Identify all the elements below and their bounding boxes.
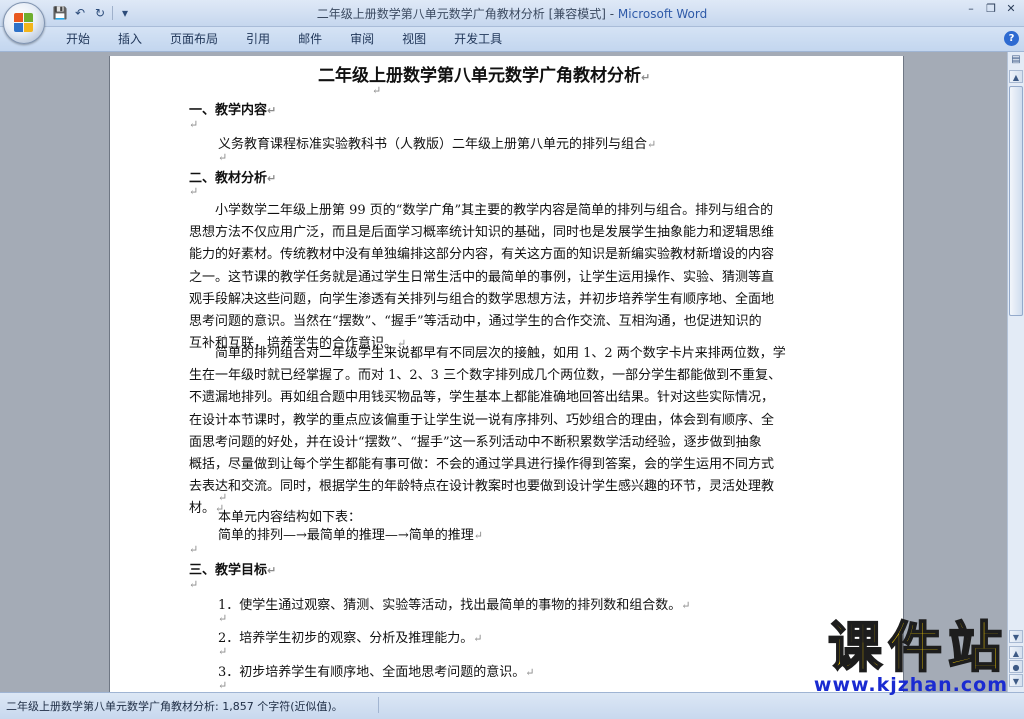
text-line: 之一。这节课的教学任务就是通过学生日常生活中的最简单的事例，让学生运用操作、实验… — [189, 269, 775, 285]
tab-review[interactable]: 审阅 — [336, 27, 388, 51]
paragraph-mark: ↵ — [267, 172, 277, 185]
title-bar: 💾 ↶ ↻ ▾ 二年级上册数学第八单元数学广角教材分析 [兼容模式] - Mic… — [0, 0, 1024, 27]
text-line-content: 材。 — [189, 501, 216, 517]
paragraph-analysis-1: 小学数学二年级上册第 99 页的“数学广角”其主要的教学内容是简单的排列与组合。… — [189, 200, 825, 355]
heading-text: 二、教材分析 — [189, 171, 268, 186]
heading-text: 三、教学目标 — [189, 563, 268, 578]
tab-page-layout[interactable]: 页面布局 — [156, 27, 232, 51]
paragraph-text: 本单元内容结构如下表： — [218, 510, 362, 525]
paragraph-mark: ↵ — [218, 645, 228, 658]
heading-text: 一、教学内容 — [189, 103, 268, 118]
window-controls: – ❐ ✕ — [962, 2, 1020, 16]
tab-insert[interactable]: 插入 — [104, 27, 156, 51]
window-title-app: Microsoft Word — [617, 7, 708, 21]
next-page-icon[interactable]: ▼ — [1009, 674, 1023, 687]
paragraph-text: 义务教育课程标准实验教科书（人教版）二年级上册第八单元的排列与组合 — [218, 137, 648, 152]
help-icon[interactable]: ? — [1004, 31, 1019, 46]
text-line: 去表达和交流。同时，根据学生的年龄特点在设计教案时也要做到设计学生感兴趣的环节，… — [189, 479, 775, 495]
paragraph-mark: ↵ — [647, 138, 657, 151]
status-separator — [378, 697, 379, 713]
text-line: 思想方法不仅应用广泛，而且是后面学习概率统计知识的基础，同时也是发展学生抽象能力… — [189, 225, 775, 241]
goal-text: 1．使学生通过观察、猜测、实验等活动，找出最简单的事物的排列数和组合数。 — [218, 598, 682, 613]
tab-home[interactable]: 开始 — [52, 27, 104, 51]
paragraph-text: 简单的排列—→最简单的推理—→简单的推理 — [218, 528, 474, 543]
scroll-up-icon[interactable]: ▲ — [1009, 70, 1023, 83]
close-icon[interactable]: ✕ — [1002, 2, 1020, 16]
paragraph-textbook: 义务教育课程标准实验教科书（人教版）二年级上册第八单元的排列与组合↵ — [218, 133, 656, 152]
paragraph-mark: ↵ — [189, 185, 199, 198]
site-watermark: 课件站 www.kjzhan.com — [813, 616, 1008, 697]
paragraph-mark: ↵ — [267, 564, 277, 577]
tab-mailings[interactable]: 邮件 — [284, 27, 336, 51]
paragraph-mark: ↵ — [525, 666, 535, 679]
window-title: 二年级上册数学第八单元数学广角教材分析 [兼容模式] - Microsoft W… — [0, 5, 1024, 22]
watermark-url: www.kjzhan.com — [813, 674, 1008, 696]
tab-references[interactable]: 引用 — [232, 27, 284, 51]
paragraph-structure-flow: 简单的排列—→最简单的推理—→简单的推理↵ — [218, 524, 483, 543]
paragraph-mark: ↵ — [189, 543, 199, 556]
ruler-toggle-icon[interactable]: ▤ — [1009, 54, 1023, 68]
text-line: 不遗漏地排列。再如组合题中用钱买物品等，学生基本上都能准确地回答出结果。针对这些… — [189, 390, 775, 406]
select-browse-object-icon[interactable]: ● — [1009, 660, 1023, 673]
document-title: 二年级上册数学第八单元数学广角教材分析↵ — [318, 61, 650, 86]
text-line: 生在一年级时就已经掌握了。而对 1、2、3 三个数字排列成几个两位数，一部分学生… — [189, 368, 782, 384]
vertical-scrollbar[interactable]: ▤ ▲ ▼ ▲ ● ▼ — [1007, 52, 1024, 692]
text-line: 思考问题的意识。当然在“摆数”、“握手”等活动中，通过学生的合作交流、互相沟通，… — [189, 314, 762, 330]
text-line: 能力的好素材。传统教材中没有单独编排这部分内容，有关这方面的知识是新编实验教材新… — [189, 247, 775, 263]
text-line: 简单的排列组合对二年级学生来说都早有不同层次的接触，如用 1、2 两个数字卡片来… — [189, 346, 786, 361]
ribbon-tabs: 开始 插入 页面布局 引用 邮件 审阅 视图 开发工具 — [52, 27, 516, 51]
paragraph-mark: ↵ — [218, 612, 228, 625]
paragraph-structure-intro: 本单元内容结构如下表： — [218, 506, 361, 525]
office-logo-icon — [14, 13, 34, 33]
scroll-down-icon[interactable]: ▼ — [1009, 630, 1023, 643]
restore-icon[interactable]: ❐ — [982, 2, 1000, 16]
text-line: 面思考问题的好处，并在设计“摆数”、“握手”这一系列活动中不断积累数学活动经验，… — [189, 434, 762, 450]
paragraph-mark: ↵ — [189, 118, 199, 131]
text-line: 观手段解决这些问题，向学生渗透有关排列与组合的数学思想方法，并初步培养学生有顺序… — [189, 291, 775, 307]
paragraph-mark: ↵ — [641, 71, 651, 84]
paragraph-mark: ↵ — [218, 679, 228, 692]
previous-page-icon[interactable]: ▲ — [1009, 646, 1023, 659]
ribbon-tab-bar: 开始 插入 页面布局 引用 邮件 审阅 视图 开发工具 ? — [0, 27, 1024, 52]
heading-teaching-content: 一、教学内容↵ — [189, 99, 276, 118]
paragraph-analysis-2: 简单的排列组合对二年级学生来说都早有不同层次的接触，如用 1、2 两个数字卡片来… — [189, 343, 825, 521]
tab-developer[interactable]: 开发工具 — [440, 27, 516, 51]
goal-text: 3．初步培养学生有顺序地、全面地思考问题的意识。 — [218, 665, 526, 680]
paragraph-mark: ↵ — [681, 599, 691, 612]
goal-item-2: 2．培养学生初步的观察、分析及推理能力。↵ — [218, 627, 483, 646]
goal-text: 2．培养学生初步的观察、分析及推理能力。 — [218, 631, 474, 646]
goal-item-1: 1．使学生通过观察、猜测、实验等活动，找出最简单的事物的排列数和组合数。↵ — [218, 594, 691, 613]
paragraph-mark: ↵ — [218, 151, 228, 164]
paragraph-mark: ↵ — [218, 491, 228, 504]
scrollbar-thumb[interactable] — [1009, 86, 1023, 316]
goal-item-3: 3．初步培养学生有顺序地、全面地思考问题的意识。↵ — [218, 661, 535, 680]
text-line: 在设计本节课时，教学的重点应该偏重于让学生说一说有序排列、巧妙组合的理由，体会到… — [189, 412, 775, 428]
tab-view[interactable]: 视图 — [388, 27, 440, 51]
watermark-brand: 课件站 — [827, 616, 1008, 679]
office-button[interactable] — [3, 2, 45, 44]
heading-material-analysis: 二、教材分析↵ — [189, 167, 276, 186]
document-title-text: 二年级上册数学第八单元数学广角教材分析 — [318, 66, 641, 86]
text-line: 概括，尽量做到让每个学生都能有事可做：不会的通过学具进行操作得到答案，会的学生运… — [189, 457, 775, 473]
heading-teaching-goals: 三、教学目标↵ — [189, 559, 276, 578]
status-bar: 二年级上册数学第八单元数学广角教材分析: 1,857 个字符(近似值)。 — [0, 692, 1024, 719]
paragraph-mark: ↵ — [473, 632, 483, 645]
paragraph-mark: ↵ — [267, 104, 277, 117]
window-title-doc: 二年级上册数学第八单元数学广角教材分析 [兼容模式] - — [316, 7, 618, 21]
minimize-icon[interactable]: – — [962, 2, 980, 16]
paragraph-mark: ↵ — [189, 578, 199, 591]
text-line: 小学数学二年级上册第 99 页的“数学广角”其主要的教学内容是简单的排列与组合。… — [189, 203, 774, 218]
paragraph-mark: ↵ — [473, 529, 484, 542]
paragraph-mark: ↵ — [372, 84, 382, 97]
status-text: 二年级上册数学第八单元数学广角教材分析: 1,857 个字符(近似值)。 — [6, 700, 343, 713]
